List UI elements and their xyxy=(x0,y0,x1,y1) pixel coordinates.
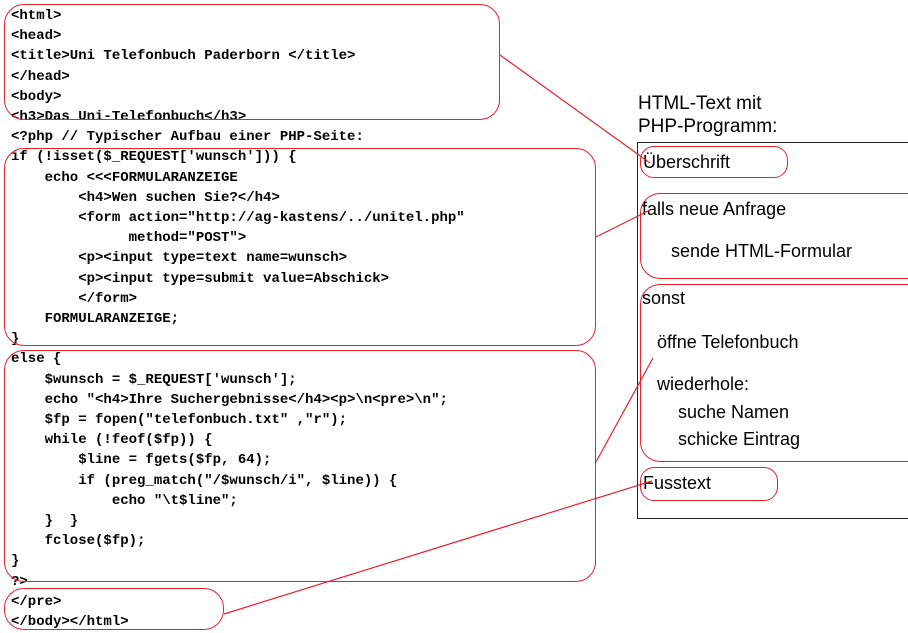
connector-header xyxy=(499,54,651,164)
connector-if xyxy=(595,209,651,238)
connector-lines xyxy=(223,54,654,615)
connector-footer xyxy=(223,480,653,615)
connector-else xyxy=(595,357,654,463)
php-page-structure-diagram: <html> <head> <title>Uni Telefonbuch Pad… xyxy=(0,0,908,633)
